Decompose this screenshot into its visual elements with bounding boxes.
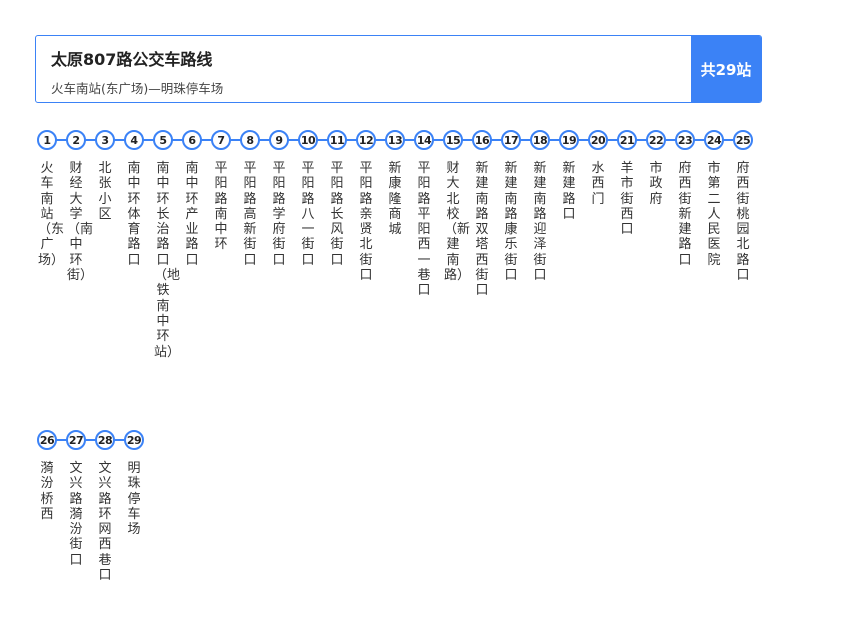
stop-number: 4	[124, 130, 144, 150]
stop-number: 13	[385, 130, 405, 150]
stop-name: 财经大学（南中环街）	[67, 161, 94, 284]
stop-number: 11	[327, 130, 347, 150]
stop-name: 市第二人民医院	[707, 161, 721, 268]
stop-name: 南中环长治路口（地铁南中环站）	[154, 161, 181, 360]
stop-name: 府西街新建路口	[678, 161, 692, 268]
stop-number: 26	[37, 430, 57, 450]
stop-number: 15	[443, 130, 463, 150]
stop-name: 文兴路漪汾街口	[69, 461, 83, 568]
stop-number: 17	[501, 130, 521, 150]
stop-number: 28	[95, 430, 115, 450]
route-subtitle: 火车南站(东广场)—明珠停车场	[51, 81, 224, 96]
stop-number: 19	[559, 130, 579, 150]
stop-name: 平阳路南中环	[214, 161, 228, 253]
stop-name: 北张小区	[98, 161, 112, 222]
stop-number: 29	[124, 430, 144, 450]
stop-number: 6	[182, 130, 202, 150]
stop-name: 平阳路亲贤北街口	[359, 161, 373, 284]
stop-number: 16	[472, 130, 492, 150]
stop-name: 文兴路环网西巷口	[98, 461, 112, 584]
stop-number: 12	[356, 130, 376, 150]
stop-number: 25	[733, 130, 753, 150]
stop-name: 漪汾桥西	[40, 461, 54, 522]
stop-name: 火车南站（东广场）	[38, 161, 65, 268]
stop-number: 3	[95, 130, 115, 150]
stop-number: 9	[269, 130, 289, 150]
stop-name: 新康隆商城	[388, 161, 402, 238]
stop-name: 市政府	[649, 161, 663, 207]
stop-number: 22	[646, 130, 666, 150]
stop-name: 羊市街西口	[620, 161, 634, 238]
stop-number: 14	[414, 130, 434, 150]
stop-number: 8	[240, 130, 260, 150]
stop-number: 10	[298, 130, 318, 150]
route-title: 太原807路公交车路线	[51, 50, 213, 69]
stop-name: 平阳路八一街口	[301, 161, 315, 268]
stop-number: 1	[37, 130, 57, 150]
route-header-card: 太原807路公交车路线 火车南站(东广场)—明珠停车场 共29站	[35, 35, 762, 103]
stop-number: 2	[66, 130, 86, 150]
stop-name: 南中环体育路口	[127, 161, 141, 268]
stop-number: 20	[588, 130, 608, 150]
stop-number: 27	[66, 430, 86, 450]
stop-name: 平阳路高新街口	[243, 161, 257, 268]
route-line	[47, 439, 134, 441]
stop-number: 5	[153, 130, 173, 150]
stop-number: 23	[675, 130, 695, 150]
stop-number: 18	[530, 130, 550, 150]
stop-name: 新建路口	[562, 161, 576, 222]
stop-number: 21	[617, 130, 637, 150]
stop-name: 平阳路平阳西一巷口	[417, 161, 431, 299]
stop-name: 平阳路长风街口	[330, 161, 344, 268]
stop-name: 水西门	[591, 161, 605, 207]
stop-name: 平阳路学府街口	[272, 161, 286, 268]
stop-number: 24	[704, 130, 724, 150]
station-total-badge: 共29站	[691, 36, 761, 102]
stop-name: 财大北校（新建南路）	[444, 161, 471, 284]
stop-name: 新建南路双塔西街口	[475, 161, 489, 299]
stop-name: 明珠停车场	[127, 461, 141, 538]
stop-name: 新建南路康乐街口	[504, 161, 518, 284]
stop-name: 南中环产业路口	[185, 161, 199, 268]
stop-name: 新建南路迎泽街口	[533, 161, 547, 284]
stop-name: 府西街桃园北路口	[736, 161, 750, 284]
stop-number: 7	[211, 130, 231, 150]
